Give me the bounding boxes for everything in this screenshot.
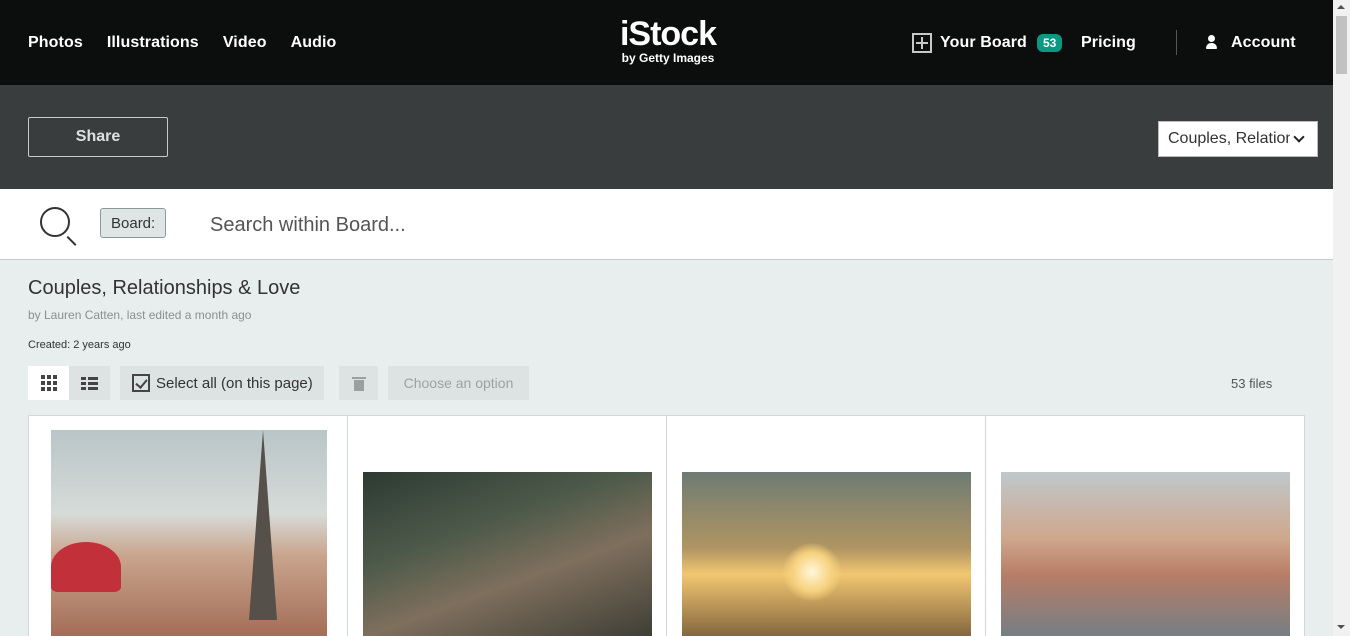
nav-divider (1176, 30, 1177, 55)
image-thumbnail[interactable] (51, 430, 327, 636)
vertical-scrollbar[interactable] (1333, 0, 1350, 636)
board-selector[interactable]: Couples, Relationships & Love (1158, 121, 1318, 157)
image-thumbnail[interactable] (682, 472, 971, 636)
image-card[interactable] (348, 416, 667, 636)
search-input[interactable] (210, 211, 1110, 239)
bulk-action-select[interactable]: Choose an option (388, 366, 529, 400)
add-board-icon (912, 32, 932, 53)
account-menu[interactable]: Account (1205, 0, 1296, 85)
file-count: 53 files (1231, 376, 1273, 391)
image-card[interactable] (986, 416, 1305, 636)
select-all-button[interactable]: Select all (on this page) (120, 366, 324, 400)
board-count-badge: 53 (1036, 33, 1063, 52)
nav-link-audio[interactable]: Audio (291, 34, 337, 52)
istock-logo[interactable]: iStock by Getty Images (612, 17, 724, 65)
nav-link-video[interactable]: Video (223, 34, 267, 52)
your-board-label: Your Board (940, 33, 1027, 51)
board-filter-chip[interactable]: Board: (100, 208, 167, 238)
board-byline: by Lauren Catten, last edited a month ag… (28, 308, 252, 322)
nav-link-photos[interactable]: Photos (28, 34, 83, 52)
pricing-label: Pricing (1081, 33, 1136, 51)
checkbox-icon (132, 374, 150, 392)
board-title: Couples, Relationships & Love (28, 277, 301, 299)
board-search-bar: Board: (0, 189, 1333, 260)
pricing-link[interactable]: Pricing (1081, 0, 1136, 85)
select-all-label: Select all (on this page) (156, 374, 313, 392)
mosaic-view-button[interactable] (69, 366, 110, 400)
top-navigation: Photos Illustrations Video Audio iStock … (0, 0, 1333, 85)
sun-glow-shape (782, 542, 842, 602)
board-header: Share Couples, Relationships & Love (0, 85, 1333, 189)
share-button[interactable]: Share (28, 117, 168, 157)
delete-button[interactable] (339, 366, 378, 400)
image-thumbnail[interactable] (1001, 472, 1290, 636)
search-icon[interactable] (40, 207, 70, 237)
list-icon (81, 376, 98, 390)
board-created-date: Created: 2 years ago (28, 339, 131, 351)
board-selector-value: Couples, Relationships & Love (1168, 130, 1290, 147)
your-board-link[interactable]: Your Board 53 (912, 0, 1063, 85)
media-type-nav: Photos Illustrations Video Audio (28, 0, 336, 85)
trash-icon (351, 375, 366, 391)
scroll-thumb[interactable] (1336, 16, 1347, 74)
person-icon (1205, 34, 1219, 51)
red-hat-shape (51, 542, 121, 592)
image-grid (28, 415, 1305, 636)
scroll-up-arrow-icon[interactable] (1337, 5, 1345, 9)
image-card[interactable] (29, 416, 348, 636)
logo-wordmark: iStock (619, 15, 717, 53)
logo-tagline: by Getty Images (621, 51, 715, 65)
nav-link-illustrations[interactable]: Illustrations (107, 34, 199, 52)
account-label: Account (1231, 33, 1296, 51)
chevron-down-icon (1293, 131, 1305, 143)
grid-icon (40, 375, 57, 391)
image-card[interactable] (667, 416, 986, 636)
image-thumbnail[interactable] (363, 472, 652, 636)
eiffel-tower-shape (249, 430, 277, 620)
grid-view-button[interactable] (28, 366, 69, 400)
scroll-down-arrow-icon[interactable] (1337, 625, 1345, 629)
